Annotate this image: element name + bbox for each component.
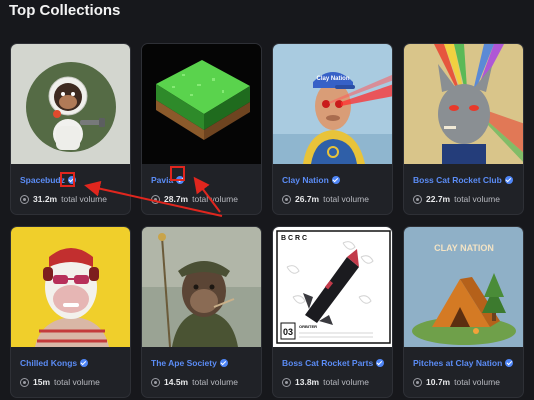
collection-image-boss-cat-rocket-parts[interactable]: B C R C 03 ORBITER [273,227,393,347]
volume-value: 14.5m [164,377,189,387]
collection-name[interactable]: Clay Nation [282,175,329,185]
volume-icon [282,377,291,387]
volume-icon [151,194,160,204]
collection-image-the-ape-society[interactable] [142,227,262,347]
verified-badge-icon [80,359,89,367]
volume-label: total volume [454,194,500,204]
collection-name[interactable]: The Ape Society [151,358,217,368]
collection-image-pavia[interactable] [142,44,262,164]
collection-name[interactable]: Spacebudz [20,175,65,185]
verified-badge-icon [504,176,513,184]
collection-image-boss-cat-rocket-club[interactable] [404,44,524,164]
volume-icon [20,377,29,387]
collection-card-spacebudz[interactable]: Spacebudz 31.2m total volume [10,43,131,215]
verified-badge-icon [376,359,385,367]
verified-badge-icon [219,359,228,367]
volume-icon [282,194,291,204]
volume-icon [151,377,160,387]
collection-image-pitches-at-clay-nation[interactable]: CLAY NATION [404,227,524,347]
volume-value: 31.2m [33,194,58,204]
volume-label: total volume [323,194,369,204]
volume-value: 13.8m [295,377,320,387]
volume-value: 26.7m [295,194,320,204]
bcrc-caption-text: ORBITER [299,324,317,329]
collection-name[interactable]: Chilled Kongs [20,358,77,368]
bcrc-header-text: B C R C [281,235,307,242]
collections-grid: Spacebudz 31.2m total volume Pavia 28.7m… [10,43,524,398]
volume-label: total volume [454,377,500,387]
annotation-highlight-box [60,172,75,187]
volume-icon [20,194,29,204]
collection-image-clay-nation[interactable]: Clay Nation [273,44,393,164]
volume-label: total volume [54,377,100,387]
collection-name[interactable]: Boss Cat Rocket Club [413,175,502,185]
collection-card-the-ape-society[interactable]: The Ape Society 14.5m total volume [141,226,262,398]
verified-badge-icon [505,359,514,367]
collection-card-boss-cat-rocket-parts[interactable]: B C R C 03 ORBITER Boss Cat Rocket Parts… [272,226,393,398]
collection-card-chilled-kongs[interactable]: Chilled Kongs 15m total volume [10,226,131,398]
volume-label: total volume [192,194,238,204]
collection-card-pavia[interactable]: Pavia 28.7m total volume [141,43,262,215]
volume-value: 28.7m [164,194,189,204]
annotation-highlight-box [170,166,185,181]
bcrc-number-text: 03 [283,327,293,337]
collection-image-spacebudz[interactable] [11,44,131,164]
volume-value: 10.7m [426,377,451,387]
collection-name[interactable]: Boss Cat Rocket Parts [282,358,373,368]
volume-icon [413,377,422,387]
volume-value: 15m [33,377,51,387]
collection-name[interactable]: Pitches at Clay Nation [413,358,502,368]
page-title: Top Collections [9,2,121,19]
collection-card-boss-cat-rocket-club[interactable]: Boss Cat Rocket Club 22.7m total volume [403,43,524,215]
collection-image-chilled-kongs[interactable] [11,227,131,347]
collection-card-clay-nation[interactable]: Clay Nation Clay Nation 26.7m total volu… [272,43,393,215]
clay-cap-text: Clay Nation [316,76,349,82]
volume-icon [413,194,422,204]
verified-badge-icon [331,176,340,184]
collection-card-pitches-at-clay-nation[interactable]: CLAY NATION Pitches at Clay Nation 10.7m… [403,226,524,398]
pitches-logo-text: CLAY NATION [434,243,494,253]
volume-label: total volume [323,377,369,387]
volume-label: total volume [192,377,238,387]
volume-value: 22.7m [426,194,451,204]
volume-label: total volume [61,194,107,204]
